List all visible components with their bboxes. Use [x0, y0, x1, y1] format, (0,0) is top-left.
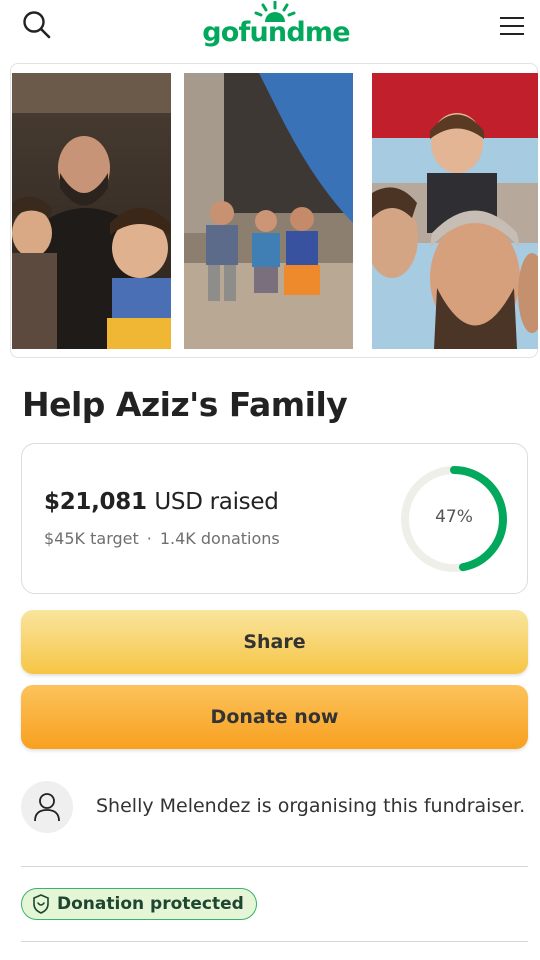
- search-icon: [23, 11, 51, 39]
- meta-separator: ·: [146, 529, 152, 548]
- divider: [21, 941, 528, 942]
- gofundme-logo[interactable]: gofundme: [201, 1, 351, 50]
- divider: [21, 866, 528, 867]
- donations-count: 1.4K donations: [159, 529, 280, 548]
- campaign-title: Help Aziz's Family: [22, 385, 348, 424]
- search-button[interactable]: [20, 9, 54, 43]
- logo-text: gofundme: [202, 17, 350, 48]
- avatar[interactable]: [21, 781, 73, 833]
- gallery-photo-1[interactable]: [12, 73, 171, 349]
- gallery-photo-3[interactable]: [372, 73, 538, 349]
- raised-value: $21,081: [44, 489, 147, 515]
- shield-icon: [33, 894, 49, 914]
- raised-meta: $45K target · 1.4K donations: [44, 529, 280, 548]
- raised-amount: $21,081 USD raised: [44, 489, 279, 515]
- target-text: $45K target: [44, 529, 139, 548]
- top-bar: gofundme: [0, 0, 540, 60]
- progress-card: $21,081 USD raised $45K target · 1.4K dona…: [21, 443, 528, 594]
- raised-label: USD raised: [154, 489, 279, 515]
- photo-gallery[interactable]: [10, 63, 538, 358]
- donate-now-button[interactable]: Donate now: [21, 685, 528, 749]
- progress-percent: 47%: [435, 507, 473, 527]
- organiser-text: Shelly Melendez is organising this fundr…: [96, 795, 526, 817]
- donation-protected-label: Donation protected: [57, 894, 244, 914]
- hamburger-menu-icon: [500, 17, 524, 35]
- organiser-row[interactable]: Shelly Melendez is organising this fundr…: [21, 781, 528, 833]
- menu-button[interactable]: [496, 12, 528, 40]
- share-button[interactable]: Share: [21, 610, 528, 674]
- donation-protected-badge[interactable]: Donation protected: [21, 888, 257, 920]
- gallery-photo-2[interactable]: [184, 73, 353, 349]
- user-icon: [34, 793, 60, 822]
